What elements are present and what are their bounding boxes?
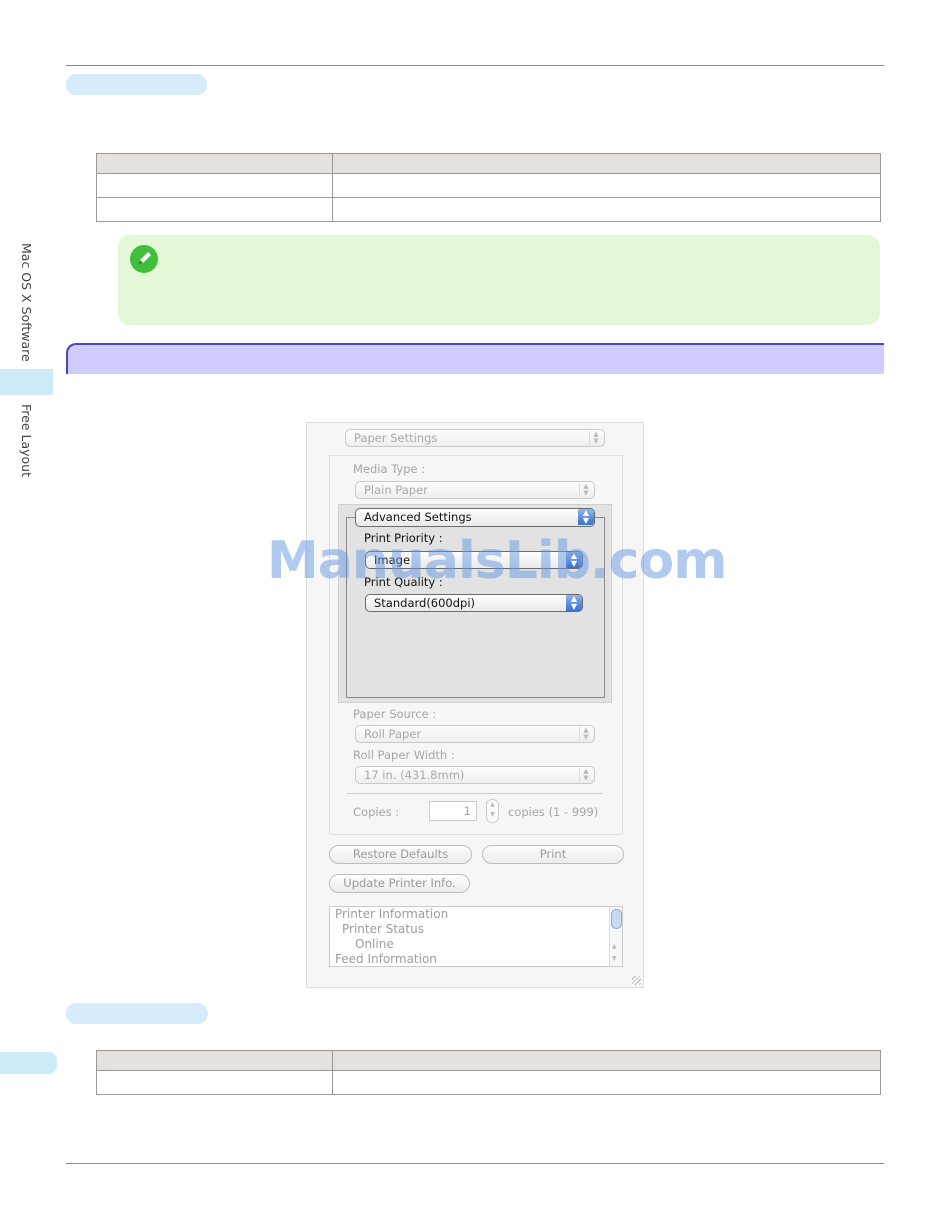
copies-label: Copies : <box>353 805 400 819</box>
resize-grip-icon[interactable] <box>632 976 641 985</box>
section-heading-pill-2 <box>66 1003 208 1024</box>
updown-arrows-icon: ▲ ▼ <box>579 483 592 497</box>
roll-width-select[interactable]: 17 in. (431.8mm) ▲ ▼ <box>355 766 595 784</box>
list-item[interactable]: Printer Information <box>335 907 448 921</box>
updown-arrows-icon: ▲ ▼ <box>579 768 592 782</box>
updown-arrows-icon: ▲ ▼ <box>589 431 602 445</box>
copies-input[interactable]: 1 <box>429 801 477 821</box>
copies-range-label: copies (1 - 999) <box>508 805 599 819</box>
pencil-icon <box>130 245 158 273</box>
media-type-label: Media Type : <box>353 462 426 476</box>
copies-stepper[interactable]: ▲ ▼ <box>486 799 499 823</box>
media-type-value: Plain Paper <box>364 483 428 497</box>
updown-arrows-icon: ▲ ▼ <box>578 509 594 525</box>
advanced-settings-value: Advanced Settings <box>364 510 472 524</box>
paper-source-label: Paper Source : <box>353 707 437 721</box>
restore-defaults-button[interactable]: Restore Defaults <box>329 845 472 864</box>
table-row <box>96 197 881 222</box>
print-quality-select[interactable]: Standard(600dpi) ▲ ▼ <box>365 594 583 612</box>
settings-table-bottom <box>96 1050 881 1095</box>
sidebar-section-label: Mac OS X Software <box>19 243 34 362</box>
bottom-rule <box>66 1163 884 1164</box>
table-header-row <box>96 1050 881 1071</box>
table-header-row <box>96 153 881 174</box>
table-row <box>96 173 881 198</box>
scroll-arrows-icon[interactable]: ▲ ▼ <box>612 941 617 965</box>
media-type-select[interactable]: Plain Paper ▲ ▼ <box>355 481 595 499</box>
updown-arrows-icon: ▲ ▼ <box>579 727 592 741</box>
note-box <box>118 235 880 325</box>
top-rule <box>66 65 884 66</box>
advanced-settings-select[interactable]: Advanced Settings ▲ ▼ <box>355 508 595 527</box>
panel-select-label: Paper Settings <box>354 431 438 445</box>
list-item[interactable]: Feed Information <box>335 952 437 966</box>
roll-width-label: Roll Paper Width : <box>353 748 455 762</box>
paper-settings-dialog: Paper Settings ▲ ▼ Media Type : Plain Pap… <box>306 422 644 988</box>
print-button[interactable]: Print <box>482 845 624 864</box>
paper-source-value: Roll Paper <box>364 727 422 741</box>
roll-width-value: 17 in. (431.8mm) <box>364 768 465 782</box>
update-printer-info-button[interactable]: Update Printer Info. <box>329 874 470 893</box>
section-heading-pill <box>66 74 207 95</box>
sidebar-chapter-label: Free Layout <box>19 404 34 477</box>
watermark: ManualsLib.com <box>267 531 727 591</box>
list-item[interactable]: Online <box>355 937 394 951</box>
print-quality-value: Standard(600dpi) <box>374 596 476 610</box>
panel-select[interactable]: Paper Settings ▲ ▼ <box>345 429 605 447</box>
list-scrollbar[interactable]: ▲ ▼ <box>609 907 622 966</box>
section-banner <box>66 343 884 374</box>
scroll-thumb[interactable] <box>611 909 622 929</box>
settings-table-top <box>96 153 881 222</box>
table-row <box>96 1070 881 1095</box>
printer-info-list[interactable]: Printer Information Printer Status Onlin… <box>329 906 623 967</box>
sidebar-tab-highlight <box>0 369 53 395</box>
copies-divider <box>347 793 603 794</box>
page-tab-marker <box>0 1052 57 1074</box>
list-item[interactable]: Printer Status <box>342 922 424 936</box>
updown-arrows-icon: ▲ ▼ <box>566 595 582 611</box>
paper-source-select[interactable]: Roll Paper ▲ ▼ <box>355 725 595 743</box>
